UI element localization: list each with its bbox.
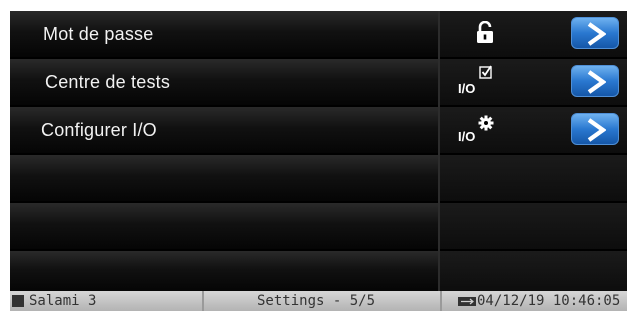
menu-row-configure-io[interactable]: Configurer I/O I/O bbox=[10, 107, 627, 153]
io-label: I/O bbox=[458, 129, 476, 144]
open-password-button[interactable] bbox=[571, 17, 619, 49]
date-time: 04/12/19 10:46:05 bbox=[477, 293, 621, 309]
status-bar: Salami 3 Settings - 5/5 04/12/19 10:46:0… bbox=[10, 291, 627, 311]
column-divider bbox=[438, 11, 440, 291]
status-square-icon bbox=[12, 295, 24, 307]
usb-icon bbox=[458, 292, 476, 311]
open-configure-io-button[interactable] bbox=[571, 113, 619, 145]
empty-row bbox=[10, 203, 627, 249]
open-test-center-button[interactable] bbox=[571, 65, 619, 97]
screen: Mot de passe Centre de tests I/O Configu… bbox=[10, 11, 627, 311]
empty-row bbox=[10, 251, 627, 291]
chevron-right-icon bbox=[587, 22, 606, 46]
menu-item-label: Centre de tests bbox=[45, 72, 171, 92]
status-divider bbox=[440, 291, 442, 311]
menu-row-password[interactable]: Mot de passe bbox=[10, 11, 627, 57]
row-icon-area bbox=[440, 155, 627, 201]
menu-item-label: Configurer I/O bbox=[41, 120, 157, 140]
chevron-right-icon bbox=[587, 118, 606, 142]
row-background bbox=[10, 155, 438, 201]
row-background bbox=[10, 251, 438, 291]
menu-row-test-center[interactable]: Centre de tests I/O bbox=[10, 59, 627, 105]
row-icon-area bbox=[440, 251, 627, 291]
status-divider bbox=[202, 291, 204, 311]
row-background bbox=[10, 203, 438, 249]
menu-item-label: Mot de passe bbox=[43, 24, 154, 44]
empty-row bbox=[10, 155, 627, 201]
device-name: Salami 3 bbox=[29, 293, 97, 309]
gear-icon bbox=[478, 115, 494, 136]
row-icon-area bbox=[440, 203, 627, 249]
lock-icon bbox=[476, 20, 494, 48]
io-label: I/O bbox=[458, 81, 476, 96]
chevron-right-icon bbox=[587, 70, 606, 94]
page-indicator: Settings - 5/5 bbox=[257, 293, 376, 309]
checkbox-icon bbox=[479, 65, 493, 84]
